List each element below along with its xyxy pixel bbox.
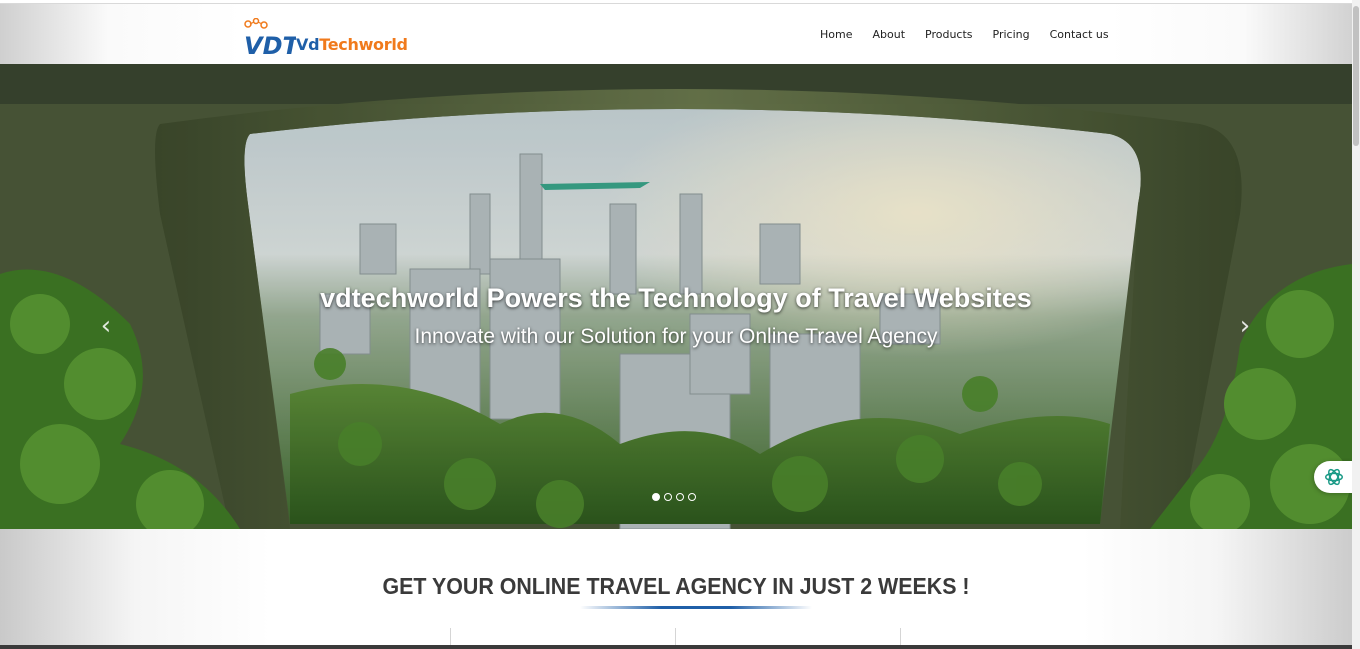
intro-section: GET YOUR ONLINE TRAVEL AGENCY IN JUST 2 …: [0, 529, 1352, 649]
nav-products[interactable]: Products: [925, 28, 973, 42]
openai-chat-icon: [1325, 468, 1343, 486]
brand-name-part2: Techworld: [319, 35, 408, 54]
carousel-prev-button[interactable]: ‹: [94, 311, 118, 341]
site-header: VDT VdTechworld Home About Products Pric…: [0, 3, 1352, 64]
nav-home[interactable]: Home: [820, 28, 852, 42]
main-nav: Home About Products Pricing Contact us: [820, 28, 1129, 42]
hero-carousel: vdtechworld Powers the Technology of Tra…: [0, 64, 1352, 529]
carousel-dot-3[interactable]: [676, 493, 684, 501]
carousel-dot-1[interactable]: [652, 493, 660, 501]
carousel-dot-4[interactable]: [688, 493, 696, 501]
scrollbar-thumb[interactable]: [1353, 6, 1359, 146]
brand-name: VdTechworld: [296, 35, 408, 54]
brand-name-part1: Vd: [296, 35, 320, 54]
hero-subtitle: Innovate with our Solution for your Onli…: [414, 325, 938, 348]
chevron-left-icon: ‹: [100, 311, 112, 341]
bottom-edge: [0, 645, 1352, 649]
carousel-next-button[interactable]: ›: [1233, 311, 1257, 341]
carousel-dot-2[interactable]: [664, 493, 672, 501]
brand-logo[interactable]: VDT VdTechworld: [242, 18, 422, 58]
nav-about[interactable]: About: [872, 28, 905, 42]
logo-mark-icon: VDT: [244, 18, 296, 58]
nav-pricing[interactable]: Pricing: [993, 28, 1030, 42]
carousel-indicators: [652, 493, 696, 501]
heading-underline: [580, 606, 812, 609]
chevron-right-icon: ›: [1239, 311, 1251, 341]
section-heading: GET YOUR ONLINE TRAVEL AGENCY IN JUST 2 …: [382, 573, 970, 599]
hero-title: vdtechworld Powers the Technology of Tra…: [320, 283, 1032, 313]
logo-mark-text: VDT: [244, 32, 296, 58]
chat-widget-button[interactable]: [1314, 461, 1352, 493]
nav-contact-us[interactable]: Contact us: [1050, 28, 1109, 42]
